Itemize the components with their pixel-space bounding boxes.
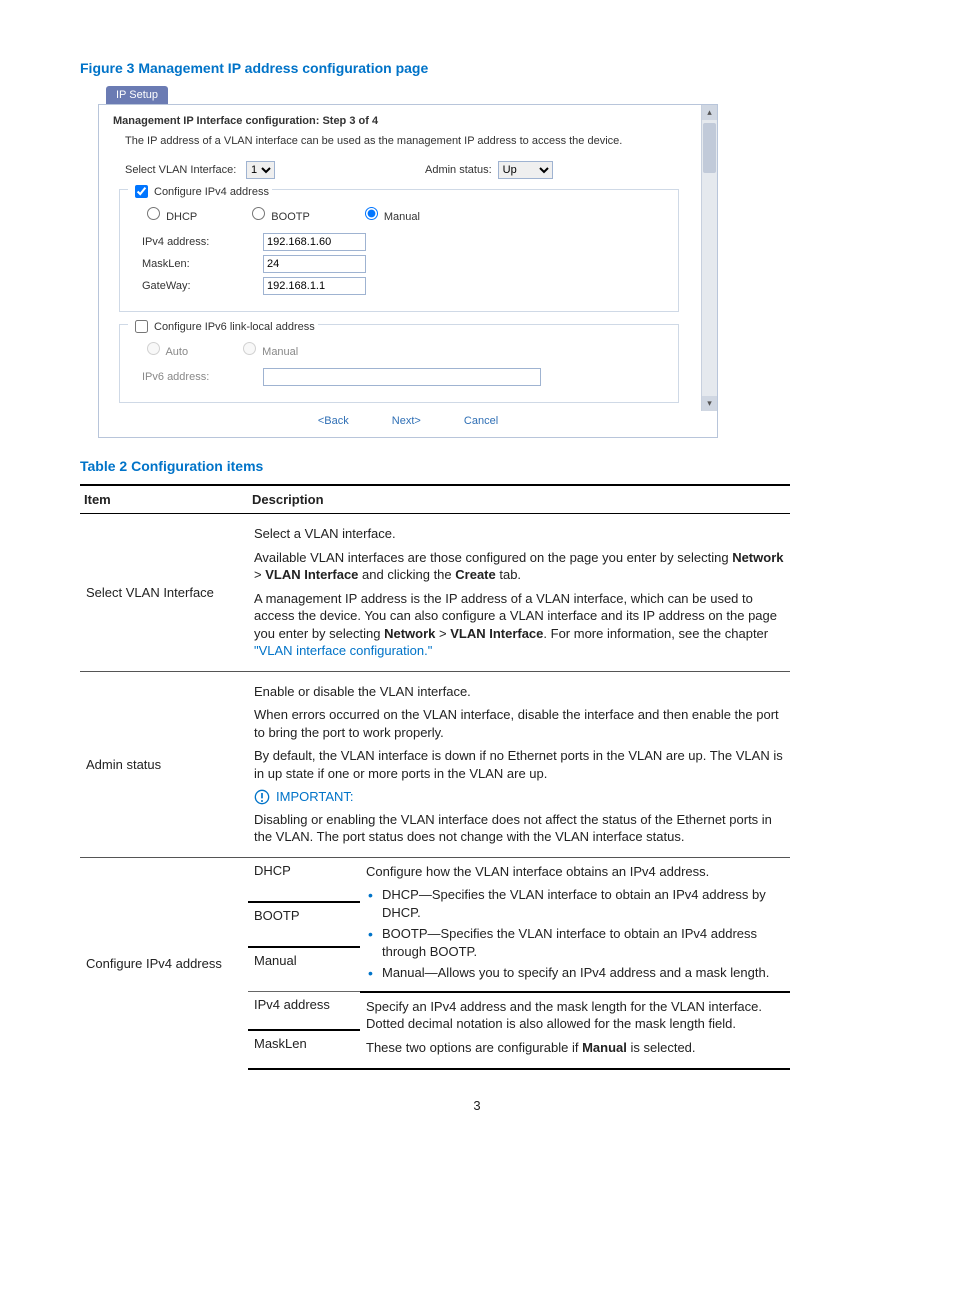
gateway-label: GateWay:: [142, 280, 257, 292]
desc-text: A management IP address is the IP addres…: [254, 590, 784, 660]
panel-title: Management IP Interface configuration: S…: [113, 115, 685, 127]
screenshot: IP Setup ▴ ▾ Management IP Interface con…: [98, 86, 718, 438]
figure-caption: Figure 3 Management IP address configura…: [80, 60, 874, 76]
wizard-buttons: <Back Next> Cancel: [113, 415, 703, 427]
important-icon: [254, 789, 270, 805]
scroll-thumb[interactable]: [703, 123, 716, 173]
table-caption: Table 2 Configuration items: [80, 458, 874, 474]
ipv4-legend: Configure IPv4 address: [154, 186, 269, 198]
ipv4-dhcp-label: DHCP: [166, 211, 197, 223]
desc-admin-status: Enable or disable the VLAN interface. Wh…: [248, 671, 790, 857]
ipv4-fieldset: Configure IPv4 address DHCP BOOTP Manual…: [119, 189, 679, 312]
important-label: IMPORTANT:: [276, 789, 354, 804]
ipv6-address-input[interactable]: [263, 368, 541, 386]
config-items-table: Item Description Select VLAN Interface S…: [80, 484, 790, 1070]
admin-status-select[interactable]: Up: [498, 161, 553, 179]
important-callout: IMPORTANT:: [254, 789, 784, 805]
ipv6-auto-radio[interactable]: [147, 342, 160, 355]
select-vlan-interface[interactable]: 1: [246, 161, 275, 179]
item-admin-status: Admin status: [80, 671, 248, 857]
item-configure-ipv4: Configure IPv4 address: [80, 857, 248, 1069]
ipv4-manual-label: Manual: [384, 211, 420, 223]
ipv4-manual-radio[interactable]: [365, 207, 378, 220]
tab-ip-setup[interactable]: IP Setup: [106, 86, 168, 104]
ipv4-address-input[interactable]: [263, 233, 366, 251]
ipv6-fieldset: Configure IPv6 link-local address Auto M…: [119, 324, 679, 403]
scroll-up-icon[interactable]: ▴: [702, 105, 717, 120]
desc-text: Disabling or enabling the VLAN interface…: [254, 811, 784, 846]
mode-bootp: BOOTP: [248, 902, 360, 948]
mode-ipv4-address: IPv4 address: [248, 992, 360, 1030]
ipv6-manual-label: Manual: [262, 346, 298, 358]
list-item: BOOTP—Specifies the VLAN interface to ob…: [382, 925, 784, 960]
masklen-label: MaskLen:: [142, 258, 257, 270]
cancel-button[interactable]: Cancel: [464, 415, 498, 427]
desc-text: Specify an IPv4 address and the mask len…: [366, 998, 784, 1033]
list-item: Manual—Allows you to specify an IPv4 add…: [382, 964, 784, 982]
vlan-config-link[interactable]: "VLAN interface configuration.": [254, 643, 432, 658]
ipv4-bootp-radio[interactable]: [252, 207, 265, 220]
desc-configure-ipv4: DHCP Configure how the VLAN interface ob…: [248, 857, 790, 1069]
ipv4-masklen-desc: Specify an IPv4 address and the mask len…: [360, 992, 790, 1069]
ipv4-enable-checkbox[interactable]: [135, 185, 148, 198]
desc-text: When errors occurred on the VLAN interfa…: [254, 706, 784, 741]
gateway-input[interactable]: [263, 277, 366, 295]
next-button[interactable]: Next>: [392, 415, 421, 427]
mode-manual: Manual: [248, 947, 360, 992]
scrollbar[interactable]: ▴ ▾: [701, 105, 717, 411]
ipv6-manual-radio[interactable]: [243, 342, 256, 355]
ipv6-auto-label: Auto: [165, 346, 188, 358]
mode-masklen: MaskLen: [248, 1030, 360, 1069]
config-panel: ▴ ▾ Management IP Interface configuratio…: [98, 104, 718, 438]
ipv4-dhcp-radio[interactable]: [147, 207, 160, 220]
ipv4-address-label: IPv4 address:: [142, 236, 257, 248]
admin-status-label: Admin status:: [425, 164, 492, 176]
masklen-input[interactable]: [263, 255, 366, 273]
panel-desc: The IP address of a VLAN interface can b…: [125, 135, 685, 147]
item-select-vlan: Select VLAN Interface: [80, 514, 248, 672]
select-vlan-label: Select VLAN Interface:: [125, 164, 240, 176]
ipv4-bootp-label: BOOTP: [271, 211, 310, 223]
desc-text: Select a VLAN interface.: [254, 525, 784, 543]
page-number: 3: [80, 1098, 874, 1113]
desc-select-vlan: Select a VLAN interface. Available VLAN …: [248, 514, 790, 672]
mode-desc: Configure how the VLAN interface obtains…: [360, 858, 790, 992]
desc-text: These two options are configurable if Ma…: [366, 1039, 784, 1057]
desc-text: Available VLAN interfaces are those conf…: [254, 549, 784, 584]
back-button[interactable]: <Back: [318, 415, 349, 427]
th-item: Item: [80, 485, 248, 514]
scroll-down-icon[interactable]: ▾: [702, 396, 717, 411]
th-description: Description: [248, 485, 790, 514]
ipv6-enable-checkbox[interactable]: [135, 320, 148, 333]
list-item: DHCP—Specifies the VLAN interface to obt…: [382, 886, 784, 921]
mode-dhcp: DHCP: [248, 858, 360, 902]
desc-text: Configure how the VLAN interface obtains…: [366, 863, 784, 881]
ipv6-legend: Configure IPv6 link-local address: [154, 321, 315, 333]
desc-text: By default, the VLAN interface is down i…: [254, 747, 784, 782]
desc-text: Enable or disable the VLAN interface.: [254, 683, 784, 701]
ipv6-address-label: IPv6 address:: [142, 371, 257, 383]
